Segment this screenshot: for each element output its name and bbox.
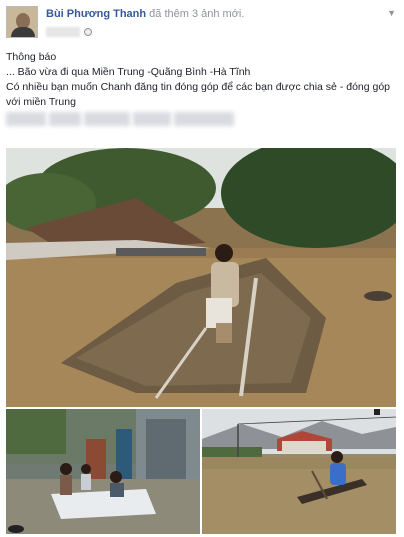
- flood-children-raft-photo[interactable]: [6, 409, 200, 534]
- blur-segment: [6, 112, 46, 126]
- photo-grid: [6, 148, 396, 534]
- post-action: đã thêm 3 ảnh mới.: [149, 8, 245, 20]
- post-meta: [46, 26, 92, 38]
- post-text: Thông báo ... Bão vừa đi qua Miền Trung …: [6, 50, 398, 110]
- timestamp-blurred[interactable]: [46, 27, 80, 37]
- avatar[interactable]: [6, 6, 38, 38]
- avatar-body: [11, 27, 35, 37]
- blurred-text: [6, 112, 236, 128]
- post-line-1: Thông báo: [6, 51, 57, 63]
- flood-children-raft-image: [6, 409, 200, 534]
- author-name[interactable]: Bùi Phương Thanh: [46, 8, 146, 20]
- post-header: Bùi Phương Thanh đã thêm 3 ảnh mới. ▼: [6, 6, 396, 40]
- blur-segment: [133, 112, 171, 126]
- blur-segment: [174, 112, 234, 126]
- blur-segment: [49, 112, 81, 126]
- author-line: Bùi Phương Thanh đã thêm 3 ảnh mới.: [46, 8, 244, 20]
- post-line-2: ... Bão vừa đi qua Miền Trung -Quãng Bìn…: [6, 66, 251, 78]
- globe-icon: [84, 28, 92, 36]
- post-line-3: Có nhiều bạn muốn Chanh đăng tin đóng gó…: [6, 81, 391, 108]
- chevron-down-icon[interactable]: ▼: [387, 8, 396, 18]
- flood-boat-village-photo[interactable]: [202, 409, 396, 534]
- flood-hut-woman-image: [6, 148, 396, 407]
- blur-segment: [84, 112, 130, 126]
- flood-hut-woman-photo[interactable]: [6, 148, 396, 407]
- flood-boat-village-image: [202, 409, 396, 534]
